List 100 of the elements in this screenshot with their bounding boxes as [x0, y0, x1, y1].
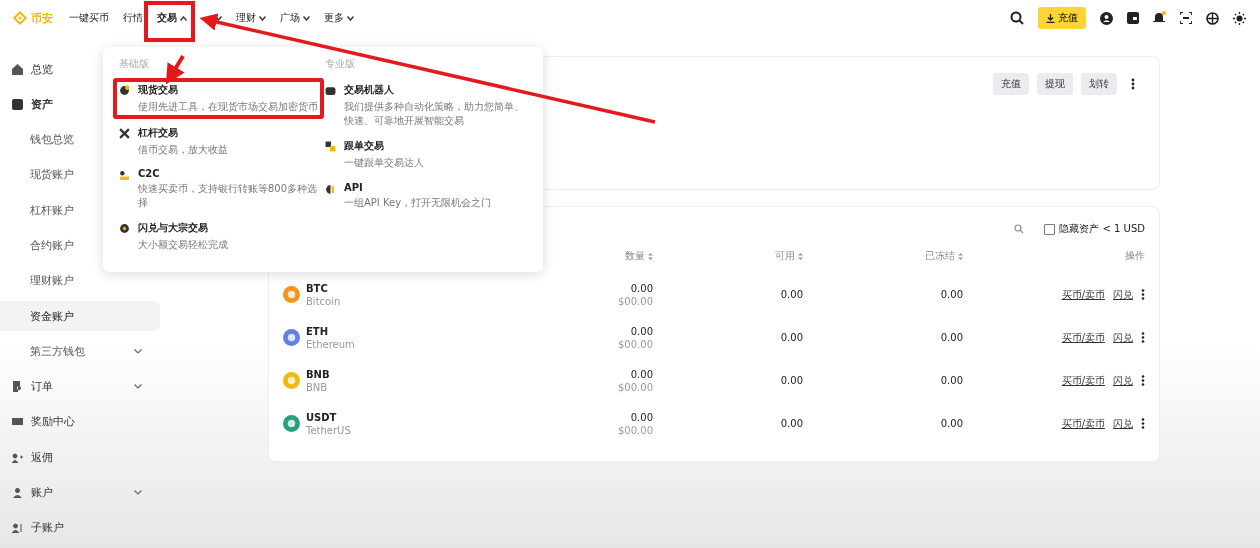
logo-icon [12, 10, 28, 26]
menu-item-icon [119, 170, 130, 181]
buy-sell-link[interactable]: 买币/卖币 [1061, 373, 1105, 388]
buy-sell-link[interactable]: 买币/卖币 [1061, 287, 1105, 302]
amount-text: 0.00 [630, 411, 653, 423]
coin-name: TetherUS [306, 424, 351, 436]
sidebar-item[interactable]: 订单 [0, 371, 160, 402]
menu-item[interactable]: 现货交易 使用先进工具，在现货市场交易加密货币 [119, 83, 318, 114]
action-button[interactable]: 提现 [1037, 73, 1073, 95]
nav-link[interactable]: 交易 [157, 11, 187, 25]
amount-text: 0.00 [630, 368, 653, 380]
more-icon[interactable] [1141, 418, 1145, 429]
menu-item-icon [325, 141, 336, 152]
menu-item[interactable]: API 一组API Key，打开无限机会之门 [325, 181, 492, 209]
convert-link[interactable]: 闪兑 [1113, 287, 1133, 302]
convert-link[interactable]: 闪兑 [1113, 330, 1133, 345]
coin-symbol: BNB [306, 368, 330, 380]
amount-text: 0.00 [630, 325, 653, 337]
sidebar-subitem[interactable]: 资金账户 [0, 300, 160, 332]
wallet-icon[interactable] [1127, 12, 1139, 24]
nav-link[interactable]: 一键买币 [69, 11, 109, 25]
column-header[interactable]: 已冻结 [803, 249, 963, 263]
sort-icon [648, 252, 653, 260]
buy-sell-link[interactable]: 买币/卖币 [1061, 330, 1105, 345]
menu-item-title: 交易机器人 [344, 83, 395, 97]
menu-item[interactable]: C2C 快速买卖币，支持银行转账等800多种选择 [119, 168, 325, 209]
scan-icon[interactable] [1180, 12, 1192, 24]
available-text: 0.00 [779, 375, 803, 386]
menu-item-title: 闪兑与大宗交易 [138, 221, 209, 235]
theme-icon[interactable] [1233, 11, 1246, 25]
more-icon[interactable] [1141, 375, 1145, 386]
convert-link[interactable]: 闪兑 [1113, 373, 1133, 388]
menu-item-title: 跟单交易 [344, 139, 385, 153]
menu-icon [12, 416, 23, 428]
menu-item-description: 借币交易，放大收益 [138, 142, 228, 156]
menu-item-icon [119, 85, 130, 96]
sidebar-item[interactable]: 奖励中心 [0, 406, 160, 438]
usd-value: $00.00 [618, 338, 653, 350]
coin-symbol: ETH [306, 325, 330, 337]
menu-item-title: 杠杆交易 [138, 125, 179, 140]
menu-item-description: 一组API Key，打开无限机会之门 [344, 195, 492, 209]
sidebar-item[interactable]: 返佣 [0, 442, 160, 473]
menu-item[interactable]: 杠杆交易 借币交易，放大收益 [119, 125, 228, 156]
more-icon[interactable] [1141, 332, 1145, 343]
search-icon[interactable] [1010, 11, 1024, 25]
menu-item-icon [325, 183, 336, 195]
menu-section-heading: 基础版 [119, 57, 149, 71]
sidebar-item[interactable]: 账户 [0, 477, 160, 508]
convert-link[interactable]: 闪兑 [1113, 416, 1133, 431]
annotation-arrow [165, 54, 185, 85]
amount-text: 0.00 [630, 282, 653, 294]
bell-icon[interactable] [1153, 11, 1166, 25]
column-header[interactable]: 可用 [653, 249, 803, 263]
menu-icon [12, 98, 23, 110]
menu-item-description: 快速买卖币，支持银行转账等800多种选择 [138, 182, 319, 209]
nav-link[interactable]: 理财 [236, 11, 266, 25]
nav-link[interactable]: 行情 [123, 11, 143, 25]
coin-name: Ethereum [306, 338, 355, 350]
frozen-text: 0.00 [939, 418, 963, 429]
profile-icon[interactable] [1100, 11, 1113, 25]
menu-item-icon [325, 85, 336, 96]
menu-icon [12, 487, 23, 498]
more-icon[interactable] [1131, 78, 1135, 90]
nav-link[interactable]: 更多 [324, 11, 354, 25]
menu-item-description: 我们提供多种自动化策略，助力您简单、快速、可靠地开展智能交易 [344, 100, 525, 127]
available-text: 0.00 [779, 289, 803, 300]
available-text: 0.00 [779, 332, 803, 343]
checkbox[interactable] [1044, 223, 1056, 235]
menu-item[interactable]: 闪兑与大宗交易 大小额交易轻松完成 [119, 221, 228, 252]
more-icon[interactable] [1141, 289, 1145, 300]
menu-icon [12, 522, 23, 534]
menu-section-heading: 专业版 [325, 57, 355, 71]
deposit-button[interactable]: 充值 [1038, 7, 1086, 29]
menu-item[interactable]: 交易机器人 我们提供多种自动化策略，助力您简单、快速、可靠地开展智能交易 [325, 83, 529, 127]
menu-item-description: 一键跟单交易达人 [344, 156, 424, 170]
checkbox-label: 隐藏资产 < 1 USD [1059, 222, 1145, 236]
menu-item[interactable]: 跟单交易 一键跟单交易达人 [325, 139, 424, 170]
menu-item-title: 现货交易 [138, 83, 179, 97]
action-button[interactable]: 划转 [1081, 73, 1117, 95]
menu-icon [12, 451, 23, 463]
globe-icon[interactable] [1206, 11, 1219, 25]
coin-symbol: BTC [306, 282, 329, 294]
buy-sell-link[interactable]: 买币/卖币 [1061, 416, 1105, 431]
coin-name: BNB [306, 381, 329, 393]
sidebar-subitem[interactable]: 理财账户 [0, 265, 160, 296]
usd-value: $00.00 [618, 295, 653, 307]
menu-item-icon [119, 223, 130, 234]
frozen-text: 0.00 [939, 289, 963, 300]
menu-item-icon [119, 127, 130, 139]
sidebar-item[interactable]: 子账户 [0, 512, 160, 543]
column-header[interactable]: 操作 [963, 249, 1145, 263]
sidebar-subitem[interactable]: 第三方钱包 [0, 336, 160, 367]
action-button[interactable]: 充值 [993, 73, 1029, 95]
nav-link[interactable]: 广场 [280, 11, 310, 25]
usd-value: $00.00 [618, 381, 653, 393]
menu-icon [12, 63, 23, 75]
sort-icon [958, 252, 963, 260]
available-text: 0.00 [779, 418, 803, 429]
download-icon [1046, 13, 1055, 23]
column-header[interactable]: 数量 [563, 249, 653, 263]
